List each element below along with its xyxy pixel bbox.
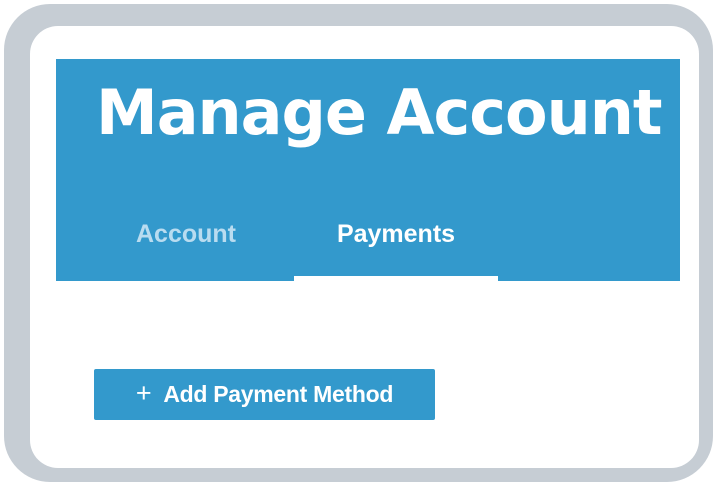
add-payment-method-button[interactable]: + Add Payment Method <box>94 369 435 420</box>
tab-payments[interactable]: Payments <box>294 205 498 281</box>
page-title: Manage Account <box>96 76 663 149</box>
add-payment-method-label: Add Payment Method <box>163 381 394 407</box>
tab-payments-label: Payments <box>336 220 456 248</box>
tab-account[interactable]: Account <box>96 205 276 281</box>
tab-bar: Account Payments <box>56 205 680 281</box>
active-tab-indicator <box>294 276 498 281</box>
window-frame: Manage Account Account Payments + Add Pa… <box>4 4 713 482</box>
tab-account-label: Account <box>136 220 236 248</box>
plus-icon: + <box>135 378 152 408</box>
manage-account-panel: Manage Account Account Payments + Add Pa… <box>30 26 699 468</box>
page-header: Manage Account Account Payments <box>56 59 680 281</box>
